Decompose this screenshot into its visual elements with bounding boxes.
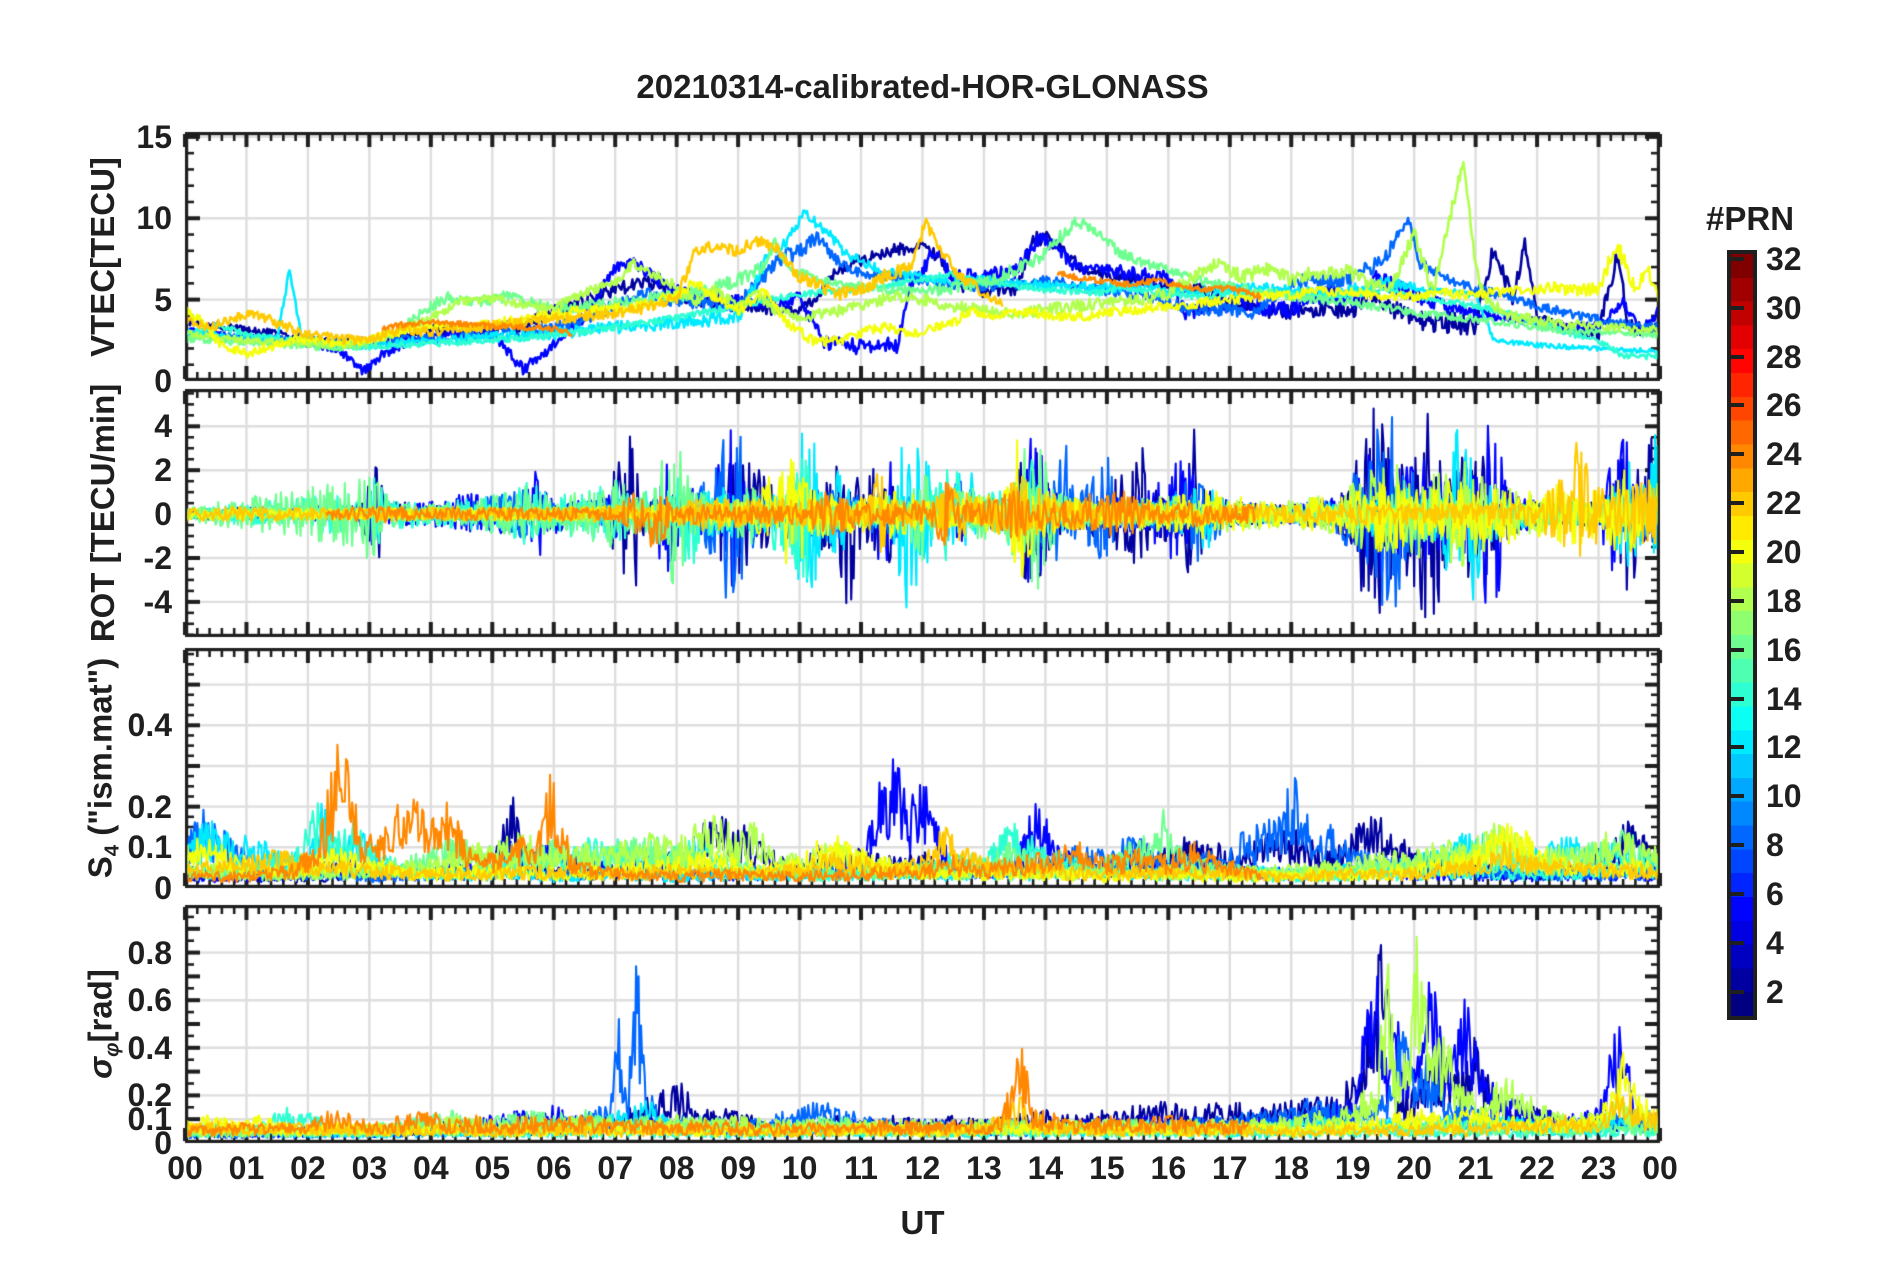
colorbar-tick — [1731, 501, 1744, 506]
colorbar-tick — [1731, 794, 1744, 799]
y-tick-label: 0.2 — [127, 1077, 172, 1114]
colorbar-tick — [1731, 549, 1744, 554]
y-axis-label-sigma-phi: σφ[rad] — [81, 969, 124, 1079]
colorbar-tick-label: 14 — [1766, 680, 1802, 717]
colorbar-tick — [1731, 305, 1744, 310]
colorbar-tick-label: 32 — [1766, 240, 1802, 277]
y-axis-label-text: ROT [TECU/min] — [84, 383, 121, 643]
colorbar-tick — [1731, 354, 1744, 359]
colorbar-tick — [1731, 452, 1744, 457]
colorbar-tick-label: 26 — [1766, 387, 1802, 424]
colorbar-tick — [1731, 696, 1744, 701]
y-axis-label-text: S — [81, 856, 119, 879]
colorbar-tick-label: 28 — [1766, 338, 1802, 375]
colorbar-tick-label: 30 — [1766, 289, 1802, 326]
colorbar-tick — [1731, 256, 1744, 261]
y-axis-label-text: 4 — [100, 844, 124, 857]
colorbar-tick-label: 10 — [1766, 778, 1802, 815]
colorbar-tick — [1731, 940, 1744, 945]
colorbar-tick-label: 6 — [1766, 875, 1784, 912]
colorbar-tick-label: 18 — [1766, 582, 1802, 619]
y-axis-label-rot: ROT [TECU/min] — [84, 384, 122, 642]
colorbar-tick — [1731, 891, 1744, 896]
chart-title: 20210314-calibrated-HOR-GLONASS — [636, 68, 1209, 105]
colorbar-tick-label: 20 — [1766, 533, 1802, 570]
colorbar — [1727, 250, 1757, 1020]
y-tick-label: 15 — [136, 118, 172, 155]
x-axis-label: UT — [900, 1204, 945, 1241]
colorbar-tick-label: 8 — [1766, 827, 1784, 864]
y-axis-label-text: σ — [81, 1056, 119, 1079]
plot-canvas — [0, 0, 1902, 1272]
colorbar-tick-label: 24 — [1766, 436, 1802, 473]
colorbar-tick-label: 4 — [1766, 924, 1784, 961]
y-tick-label: 0.8 — [127, 934, 172, 971]
colorbar-tick — [1731, 403, 1744, 408]
colorbar-tick-label: 22 — [1766, 485, 1802, 522]
colorbar-tick — [1731, 745, 1744, 750]
y-axis-label-text: [rad] — [81, 969, 119, 1043]
colorbar-title: #PRN — [1706, 200, 1795, 237]
colorbar-tick — [1731, 989, 1744, 994]
colorbar-tick — [1731, 598, 1744, 603]
colorbar-tick-label: 12 — [1766, 729, 1802, 766]
colorbar-tick-label: 16 — [1766, 631, 1802, 668]
y-axis-label-s4: S4 ("ism.mat") — [81, 658, 124, 879]
colorbar-tick — [1731, 647, 1744, 652]
y-axis-label-vtec: VTEC[TECU] — [84, 157, 122, 357]
colorbar-tick-label: 2 — [1766, 973, 1784, 1010]
x-tick-label: 00 — [1642, 1150, 1678, 1186]
y-axis-label-text: ("ism.mat") — [81, 657, 119, 845]
y-axis-label-text: VTEC[TECU] — [84, 156, 121, 357]
colorbar-tick — [1731, 843, 1744, 848]
y-axis-label-text: φ — [100, 1042, 124, 1057]
figure: 20210314-calibrated-HOR-GLONASS UT #PRN … — [0, 0, 1902, 1272]
